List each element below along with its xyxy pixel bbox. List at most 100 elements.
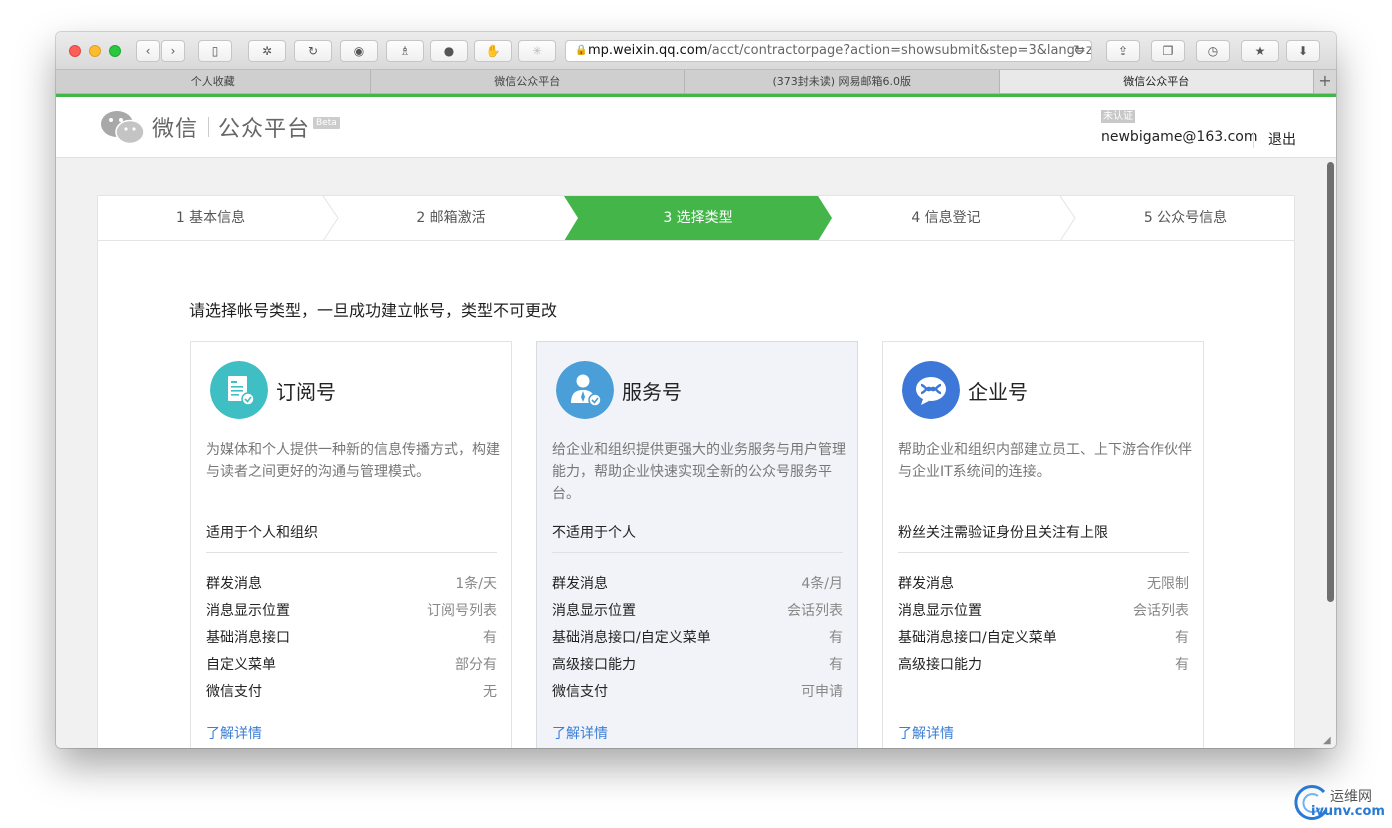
sidebar-icon: ▯: [211, 44, 219, 58]
page-content: 微信 公众平台 Beta 未认证 newbigame@163.com 退出 1 …: [56, 94, 1336, 748]
chevron-right-icon: ›: [170, 44, 176, 58]
downloads-button[interactable]: ⬇: [1286, 40, 1320, 62]
watermark-domain: iyunv.com: [1311, 804, 1385, 819]
bookmark-button[interactable]: ★: [1241, 40, 1279, 62]
tab-netease-mail[interactable]: (373封未读) 网易邮箱6.0版: [685, 70, 1000, 93]
unverified-badge: 未认证: [1101, 110, 1135, 123]
learn-more-link[interactable]: 了解详情: [206, 723, 262, 743]
card-note: 适用于个人和组织: [206, 525, 318, 541]
card-title: 服务号: [622, 380, 682, 404]
new-tab-button[interactable]: +: [1314, 70, 1336, 93]
extension-button-2[interactable]: ◉: [340, 40, 378, 62]
feature-row: 消息显示位置 会话列表: [552, 601, 843, 621]
watermark-title: 运维网: [1330, 789, 1372, 805]
feature-value: 1条/天: [455, 576, 497, 592]
card-description: 帮助企业和组织内部建立员工、上下游合作伙伴与企业IT系统间的连接。: [898, 442, 1192, 480]
feature-row: 高级接口能力 有: [898, 655, 1189, 675]
feature-value: 有: [483, 630, 497, 646]
feature-value: 有: [829, 657, 843, 673]
feature-row: 高级接口能力 有: [552, 655, 843, 675]
tabs-overview-button[interactable]: ❐: [1151, 40, 1185, 62]
feature-name: 消息显示位置: [552, 603, 636, 619]
history-button[interactable]: ◷: [1196, 40, 1230, 62]
asterisk-icon: ✳: [531, 44, 543, 58]
extension-button-1[interactable]: ✲: [248, 40, 286, 62]
step-account-info: 5 公众号信息: [1143, 210, 1228, 226]
figure-icon: ♗: [399, 44, 411, 58]
feature-value: 部分有: [455, 657, 497, 673]
feature-row: 基础消息接口/自定义菜单 有: [552, 628, 843, 648]
reload-icon[interactable]: ↻: [1073, 41, 1085, 61]
subscription-account-card[interactable]: 订阅号 为媒体和个人提供一种新的信息传播方式，构建与读者之间更好的沟通与管理模式…: [190, 341, 512, 748]
logo-separator: [208, 117, 209, 137]
feature-row: 微信支付 无: [206, 682, 497, 702]
close-window-button[interactable]: [69, 45, 81, 57]
download-icon: ⬇: [1297, 44, 1309, 58]
extension-button-4[interactable]: ●: [430, 40, 468, 62]
feature-value: 会话列表: [787, 603, 843, 619]
extension-button-6[interactable]: ✳: [518, 40, 556, 62]
logo-subtitle: 公众平台: [218, 117, 311, 142]
feature-name: 群发消息: [206, 576, 262, 592]
clock-icon: ◷: [1207, 44, 1219, 58]
feature-name: 基础消息接口: [206, 630, 290, 646]
feature-row: 基础消息接口/自定义菜单 有: [898, 628, 1189, 648]
step-info-registration: 4 信息登记: [911, 210, 981, 226]
forward-button[interactable]: ›: [161, 40, 185, 62]
service-icon: [556, 361, 614, 419]
feature-name: 微信支付: [552, 684, 608, 700]
feature-value: 有: [1175, 630, 1189, 646]
tab-wechat-active[interactable]: 微信公众平台: [999, 70, 1314, 93]
feature-value: 4条/月: [801, 576, 843, 592]
feature-name: 基础消息接口/自定义菜单: [898, 630, 1057, 646]
feature-row: 微信支付 可申请: [552, 682, 843, 702]
browser-window: ‹ › ▯ ✲ ↻ ◉ ♗ ● ✋ ✳ 🔒 mp.weixin.qq.com/a…: [56, 32, 1336, 748]
extension-button-3[interactable]: ♗: [386, 40, 424, 62]
extension-button-5[interactable]: ✋: [474, 40, 512, 62]
step-basic-info: 1 基本信息: [175, 210, 246, 226]
globe-icon: ◉: [353, 44, 365, 58]
feature-name: 自定义菜单: [206, 657, 276, 673]
zoom-window-button[interactable]: [109, 45, 121, 57]
reload-extension-button[interactable]: ↻: [294, 40, 332, 62]
feature-name: 微信支付: [206, 684, 262, 700]
beta-badge: Beta: [313, 117, 340, 129]
feature-name: 消息显示位置: [206, 603, 290, 619]
step-select-type: 3 选择类型: [663, 210, 733, 226]
minimize-window-button[interactable]: [89, 45, 101, 57]
learn-more-link[interactable]: 了解详情: [552, 723, 608, 743]
feature-value: 无: [483, 684, 497, 700]
enterprise-account-card[interactable]: 企业号 帮助企业和组织内部建立员工、上下游合作伙伴与企业IT系统间的连接。 粉丝…: [882, 341, 1204, 748]
refresh-icon: ↻: [307, 44, 319, 58]
feature-name: 群发消息: [898, 576, 954, 592]
address-bar[interactable]: 🔒 mp.weixin.qq.com/acct/contractorpage?a…: [565, 40, 1092, 62]
hand-icon: ✋: [485, 44, 501, 58]
resize-handle-icon[interactable]: ◢: [1323, 735, 1333, 746]
registration-stepper: 1 基本信息 2 邮箱激活 3 选择类型 4 信息登记 5 公众号信息: [97, 195, 1295, 241]
step-email-activation: 2 邮箱激活: [416, 210, 486, 226]
bug-icon: ✲: [261, 44, 273, 58]
back-button[interactable]: ‹: [136, 40, 160, 62]
card-title: 企业号: [968, 380, 1028, 404]
feature-value: 无限制: [1147, 576, 1189, 592]
logo-text: 微信: [152, 117, 199, 142]
share-button[interactable]: ⇪: [1106, 40, 1140, 62]
card-divider: [206, 552, 497, 553]
learn-more-link[interactable]: 了解详情: [898, 723, 954, 743]
subscription-icon: [210, 361, 268, 419]
record-icon: ●: [443, 44, 455, 58]
tab-wechat-1[interactable]: 微信公众平台: [371, 70, 685, 93]
page-scrollbar[interactable]: [1327, 162, 1334, 602]
card-divider: [552, 552, 843, 553]
card-description: 给企业和组织提供更强大的业务服务与用户管理能力，帮助企业快速实现全新的公众号服务…: [552, 442, 846, 502]
feature-row: 基础消息接口 有: [206, 628, 497, 648]
feature-row: 自定义菜单 部分有: [206, 655, 497, 675]
service-account-card[interactable]: 服务号 给企业和组织提供更强大的业务服务与用户管理能力，帮助企业快速实现全新的公…: [536, 341, 858, 748]
logout-link[interactable]: 退出: [1268, 129, 1296, 149]
feature-row: 群发消息 4条/月: [552, 574, 843, 594]
tab-favorites[interactable]: 个人收藏: [56, 70, 371, 93]
feature-name: 群发消息: [552, 576, 608, 592]
sidebar-button[interactable]: ▯: [198, 40, 232, 62]
header-separator: [1253, 132, 1254, 148]
feature-row: 消息显示位置 订阅号列表: [206, 601, 497, 621]
